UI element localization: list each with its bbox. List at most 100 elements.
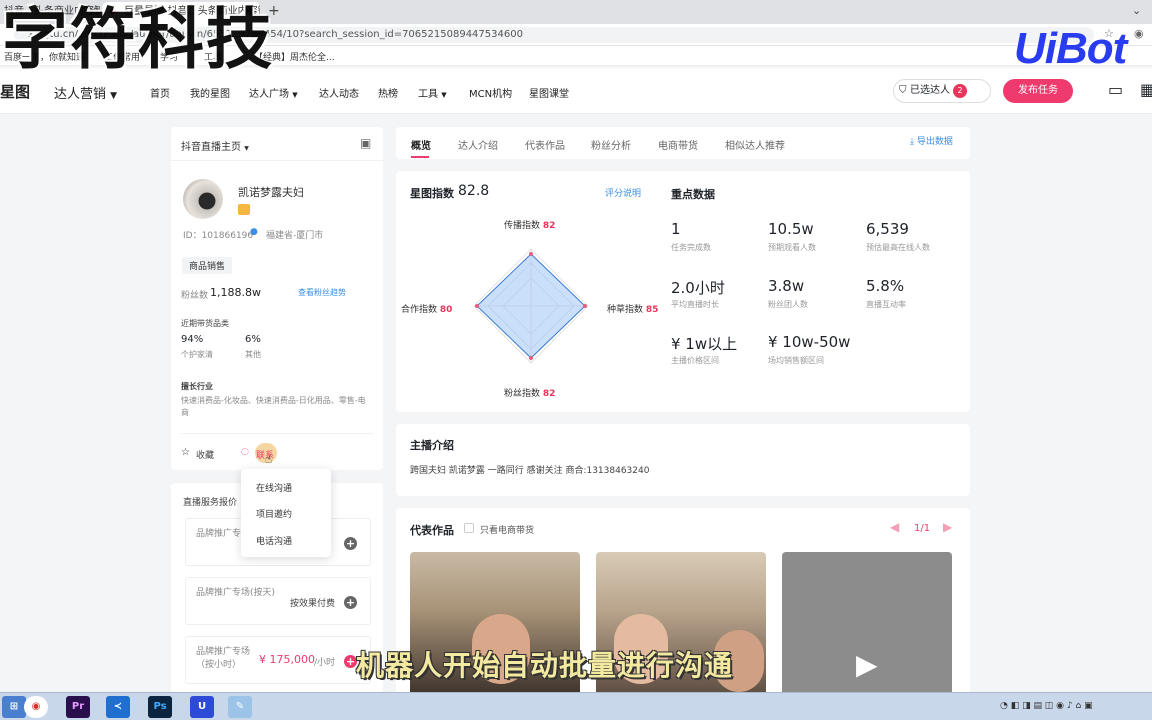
notepad-icon[interactable]: ✎ bbox=[228, 696, 252, 718]
metric-value: 2.0小时 bbox=[671, 279, 725, 297]
metric-label: 平均直播时长 bbox=[671, 300, 719, 309]
start-icon[interactable]: ⊞ bbox=[2, 696, 26, 718]
ecommerce-only-label: 只看电商带货 bbox=[480, 526, 535, 536]
caret-down-icon: ▼ bbox=[441, 91, 447, 99]
system-tray-icons[interactable]: ◔ ◧ ◨ ▤ ◫ ◉ ♪ ⌂ ▣ bbox=[1000, 701, 1093, 711]
tab-ecommerce[interactable]: 电商带货 bbox=[658, 137, 698, 152]
talent-location: 福建省-厦门市 bbox=[266, 231, 324, 241]
key-data-title: 重点数据 bbox=[671, 188, 715, 201]
radar-point bbox=[529, 356, 533, 360]
radar-axis-value: 80 bbox=[439, 305, 453, 315]
contact-icon: ◌ bbox=[241, 447, 249, 457]
metric-label: 预估最高在线人数 bbox=[866, 243, 930, 252]
chrome-icon[interactable]: ◉ bbox=[24, 696, 48, 718]
radar-area bbox=[476, 253, 586, 359]
play-icon[interactable]: ▶ bbox=[856, 648, 878, 681]
profile-section-title[interactable]: 抖音直播主页 ▼ bbox=[181, 138, 249, 153]
tab-similar[interactable]: 相似达人推荐 bbox=[725, 137, 785, 152]
ecommerce-only-checkbox[interactable] bbox=[464, 523, 474, 533]
profile-icon[interactable]: ◉ bbox=[1134, 27, 1144, 40]
metric-value: 5.8% bbox=[866, 277, 905, 295]
talent-id: ID：101866196 bbox=[183, 231, 254, 241]
service-item[interactable]: 品牌推广专场（按小时） ¥ 175,000 /小时 + bbox=[185, 636, 371, 684]
premiere-icon[interactable]: Pr bbox=[66, 696, 90, 718]
star-index-value: 82.8 bbox=[458, 183, 490, 199]
fans-value: 1,188.8w bbox=[210, 286, 261, 299]
intro-text: 跨国夫妇 凯诺梦露 一路同行 感谢关注 商合:13138463240 bbox=[410, 466, 650, 476]
service-name: 品牌推广专场(按天) bbox=[196, 588, 276, 598]
menu-item-online-chat[interactable]: 在线沟通 bbox=[256, 481, 292, 494]
nav-home[interactable]: 首页 bbox=[150, 85, 170, 100]
export-data-button[interactable]: ⤓ 导出数据 bbox=[910, 134, 953, 147]
service-price: ¥ 175,000 bbox=[259, 653, 315, 666]
caret-down-icon: ▼ bbox=[292, 91, 298, 99]
export-label: 导出数据 bbox=[916, 137, 953, 147]
metric-label: 直播互动率 bbox=[866, 300, 906, 309]
nav-class[interactable]: 星图课堂 bbox=[529, 85, 569, 100]
fans-trend-link[interactable]: 查看粉丝趋势 bbox=[298, 287, 346, 298]
nav-my-xingtu[interactable]: 我的星图 bbox=[190, 85, 230, 100]
metric-label: 任务完成数 bbox=[671, 243, 711, 252]
qrcode-icon[interactable]: ▣ bbox=[360, 136, 371, 150]
metric-value: 3.8w bbox=[768, 277, 805, 295]
price-unit: /小时 bbox=[314, 658, 336, 668]
cart-icon: ⛉ bbox=[899, 85, 907, 96]
grid-menu-icon[interactable]: ▦ bbox=[1140, 80, 1152, 99]
add-icon[interactable]: + bbox=[344, 596, 357, 609]
radar-axis-name: 种草指数 bbox=[607, 305, 644, 315]
next-page-icon[interactable]: ▶ bbox=[943, 520, 952, 534]
avatar[interactable] bbox=[183, 179, 223, 219]
hand-cursor-icon: ☝ bbox=[265, 452, 273, 466]
nav-talent-square[interactable]: 达人广场 ▼ bbox=[249, 85, 298, 100]
service-price: 按效果付费 bbox=[290, 599, 336, 609]
profile-card: 抖音直播主页 ▼ ▣ 凯诺梦露夫妇 ID：101866196 ● 福建省-厦门市… bbox=[171, 127, 383, 470]
radar-chart bbox=[473, 248, 589, 364]
nav-mcn[interactable]: MCN机构 bbox=[469, 85, 512, 100]
nav-talent-news[interactable]: 达人动态 bbox=[319, 85, 359, 100]
menu-item-project-invite[interactable]: 项目邀约 bbox=[256, 507, 292, 520]
radar-axis-name: 粉丝指数 bbox=[504, 389, 541, 399]
marketing-menu[interactable]: 达人营销 ▼ bbox=[54, 83, 117, 102]
rating-explanation-link[interactable]: 评分说明 bbox=[605, 186, 641, 199]
anchor-intro-card: 主播介绍 跨国夫妇 凯诺梦露 一路同行 感谢关注 商合:13138463240 bbox=[396, 424, 970, 496]
metric-value: ¥ 1w以上 bbox=[671, 335, 738, 353]
level-badge-icon bbox=[238, 204, 250, 215]
nav-tools[interactable]: 工具 ▼ bbox=[418, 85, 447, 100]
prev-page-icon[interactable]: ◀ bbox=[890, 520, 899, 534]
star-icon: ☆ bbox=[181, 447, 190, 458]
tab-overview[interactable]: 概览 bbox=[411, 137, 431, 152]
favorite-button[interactable]: 收藏 bbox=[196, 448, 214, 461]
radar-point bbox=[529, 252, 533, 256]
vscode-icon[interactable]: ≺ bbox=[106, 696, 130, 718]
selected-talents-button[interactable]: ⛉ 已选达人 2 bbox=[893, 79, 991, 103]
message-icon[interactable]: ▭ bbox=[1108, 80, 1123, 99]
verified-icon: ● bbox=[250, 227, 258, 237]
metric-value: ¥ 10w-50w bbox=[768, 333, 851, 351]
radar-axis-name: 传播指数 bbox=[504, 221, 541, 231]
category-name: 个护家清 bbox=[181, 350, 213, 359]
nav-hot-list[interactable]: 热榜 bbox=[378, 85, 398, 100]
windows-taskbar: ⊞ ◉ Pr ≺ Ps U ✎ ◔ ◧ ◨ ▤ ◫ ◉ ♪ ⌂ ▣ bbox=[0, 692, 1152, 720]
category-tag: 商品销售 bbox=[182, 257, 233, 274]
metric-label: 粉丝团人数 bbox=[768, 300, 808, 309]
site-logo[interactable]: 星图 bbox=[0, 81, 30, 102]
radar-axis-value: 82 bbox=[542, 389, 556, 399]
chevron-down-icon[interactable]: ⌄ bbox=[1132, 4, 1141, 17]
service-item[interactable]: 品牌推广专场(按天) 按效果付费 + bbox=[185, 577, 371, 625]
tab-intro[interactable]: 达人介绍 bbox=[458, 137, 498, 152]
caret-down-icon: ▼ bbox=[244, 145, 249, 152]
tab-fans[interactable]: 粉丝分析 bbox=[591, 137, 631, 152]
add-icon[interactable]: + bbox=[344, 537, 357, 550]
active-tab-indicator bbox=[411, 156, 429, 158]
menu-item-phone-call[interactable]: 电话沟通 bbox=[256, 534, 292, 547]
uibot-taskbar-icon[interactable]: U bbox=[190, 696, 214, 718]
category-pct: 6% bbox=[245, 334, 261, 345]
nav-label: 工具 bbox=[418, 89, 438, 100]
industry-text: 快速消费品-化妆品、快速消费品-日化用品、零售-电商 bbox=[181, 396, 366, 417]
download-icon: ⤓ bbox=[910, 137, 914, 147]
work-thumbnail[interactable]: ▶ bbox=[782, 552, 952, 698]
publish-task-button[interactable]: 发布任务 bbox=[1003, 79, 1073, 103]
photoshop-icon[interactable]: Ps bbox=[148, 696, 172, 718]
tab-works[interactable]: 代表作品 bbox=[525, 137, 565, 152]
radar-label-cooperation: 合作指数 80 bbox=[401, 302, 452, 315]
